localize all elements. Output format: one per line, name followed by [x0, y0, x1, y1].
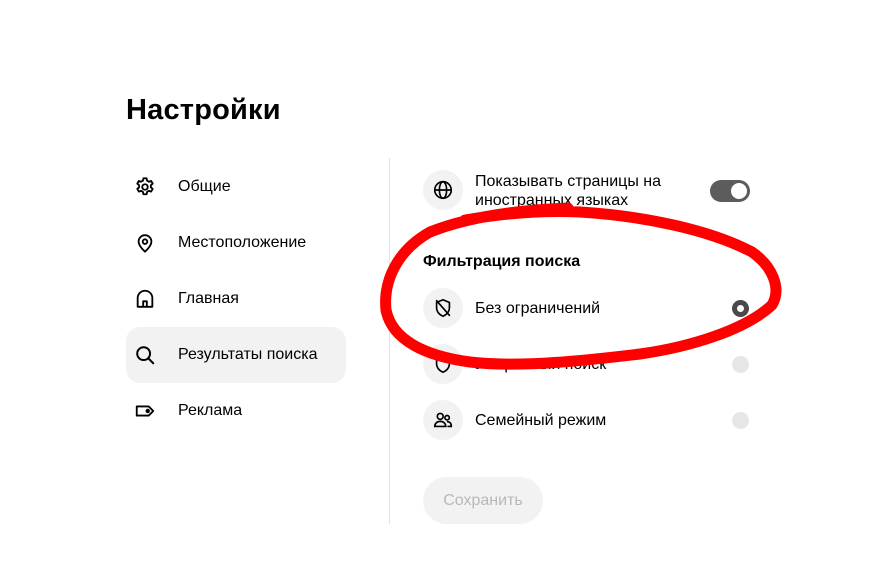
location-pin-icon	[134, 232, 156, 254]
sidebar-item-label: Реклама	[178, 402, 243, 419]
vertical-divider	[389, 158, 390, 524]
sidebar-item-location[interactable]: Местоположение	[126, 215, 346, 271]
home-icon	[134, 288, 156, 310]
foreign-pages-setting: Показывать страницы на иностранных языка…	[423, 170, 753, 210]
shield-icon	[432, 353, 454, 375]
toggle-knob	[731, 183, 747, 199]
shield-off-icon	[432, 297, 454, 319]
family-icon	[432, 409, 454, 431]
family-icon-circle	[423, 400, 463, 440]
settings-sidebar: Общие Местоположение Главная Результаты …	[126, 159, 346, 439]
gear-icon	[134, 176, 156, 198]
sidebar-item-search-results[interactable]: Результаты поиска	[126, 327, 346, 383]
radio-unrestricted[interactable]	[732, 300, 749, 317]
filter-option-label: Без ограничений	[475, 300, 601, 317]
sidebar-item-ads[interactable]: Реклама	[126, 383, 346, 439]
filter-option-moderate[interactable]: Умеренный поиск	[423, 344, 753, 384]
foreign-pages-label-line2: иностранных языках	[475, 192, 629, 209]
filter-option-label: Семейный режим	[475, 412, 607, 429]
foreign-pages-toggle[interactable]	[710, 180, 750, 202]
shield-icon-circle	[423, 344, 463, 384]
search-icon	[134, 344, 156, 366]
filter-option-label: Умеренный поиск	[475, 356, 607, 373]
foreign-pages-label: Показывать страницы на иностранных языка…	[475, 172, 661, 210]
page-title: Настройки	[126, 94, 281, 126]
globe-icon	[432, 179, 454, 201]
shield-off-icon-circle	[423, 288, 463, 328]
sidebar-item-label: Результаты поиска	[178, 346, 318, 363]
globe-icon-circle	[423, 170, 463, 210]
ad-tag-icon	[134, 400, 156, 422]
radio-moderate[interactable]	[732, 356, 749, 373]
sidebar-item-home[interactable]: Главная	[126, 271, 346, 327]
filter-section-title: Фильтрация поиска	[423, 253, 581, 270]
sidebar-item-label: Местоположение	[178, 234, 307, 251]
filter-option-family[interactable]: Семейный режим	[423, 400, 753, 440]
sidebar-item-label: Главная	[178, 290, 239, 307]
radio-family[interactable]	[732, 412, 749, 429]
sidebar-item-general[interactable]: Общие	[126, 159, 346, 215]
filter-option-unrestricted[interactable]: Без ограничений	[423, 288, 753, 328]
foreign-pages-label-line1: Показывать страницы на	[475, 173, 662, 190]
sidebar-item-label: Общие	[178, 178, 231, 195]
save-button[interactable]: Сохранить	[423, 477, 543, 524]
